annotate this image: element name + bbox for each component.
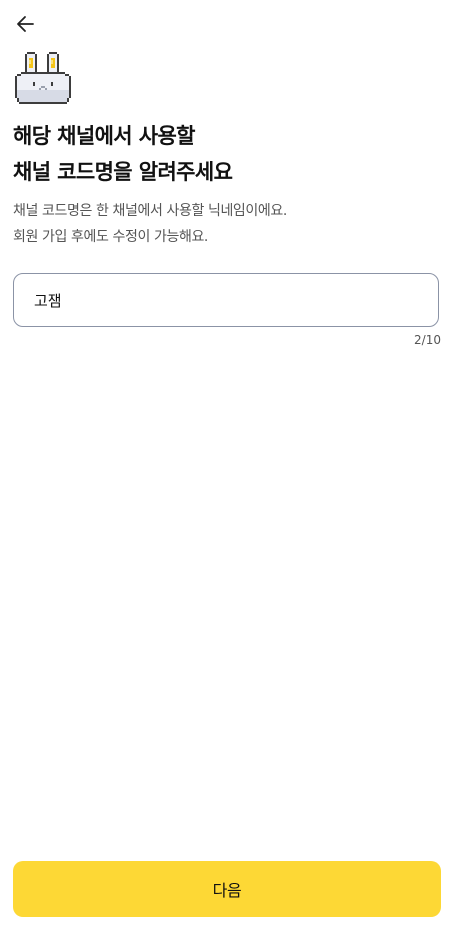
- title-line-2: 채널 코드명을 알려주세요: [13, 160, 233, 184]
- next-button[interactable]: 다음: [13, 861, 441, 917]
- page-title: 해당 채널에서 사용할 채널 코드명을 알려주세요: [13, 118, 233, 190]
- code-name-field[interactable]: [13, 273, 439, 327]
- description: 채널 코드명은 한 채널에서 사용할 닉네임이에요. 회원 가입 후에도 수정이…: [13, 198, 287, 250]
- character-counter: 2/10: [414, 333, 441, 347]
- description-line-1: 채널 코드명은 한 채널에서 사용할 닉네임이에요.: [13, 203, 287, 219]
- arrow-left-icon: [17, 16, 34, 32]
- back-button[interactable]: [12, 11, 38, 37]
- description-line-2: 회원 가입 후에도 수정이 가능해요.: [13, 229, 208, 245]
- title-line-1: 해당 채널에서 사용할: [13, 124, 196, 148]
- pixel-rabbit-icon: [15, 52, 71, 104]
- code-name-input[interactable]: [14, 291, 438, 309]
